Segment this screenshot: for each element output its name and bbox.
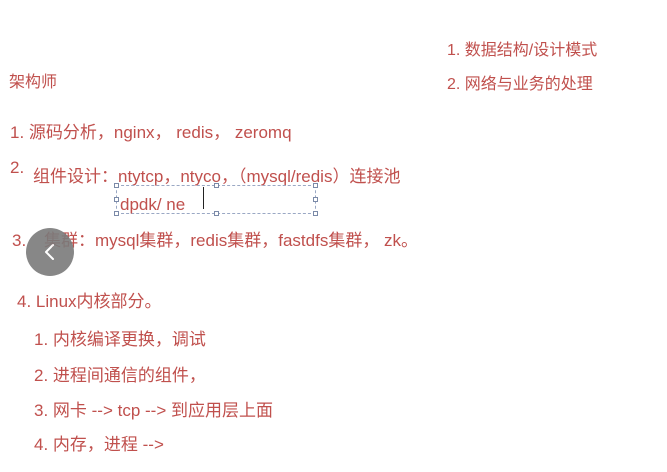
resize-handle-b[interactable] bbox=[214, 211, 219, 216]
text-edit-content[interactable]: dpdk/ ne bbox=[120, 195, 185, 215]
subitem-3: 3. 网卡 --> tcp --> 到应用层上面 bbox=[34, 401, 273, 420]
subitem-2: 2. 进程间通信的组件， bbox=[34, 366, 206, 385]
page-title: 架构师 bbox=[9, 74, 58, 91]
item-3-text: 集群：mysql集群，redis集群，fastdfs集群， zk。 bbox=[44, 231, 419, 250]
subitem-4: 4. 内存，进程 --> bbox=[34, 435, 164, 454]
resize-handle-tr[interactable] bbox=[313, 183, 318, 188]
resize-handle-t[interactable] bbox=[214, 183, 219, 188]
text-caret bbox=[203, 187, 204, 209]
previous-button[interactable] bbox=[26, 228, 74, 276]
topic-item-1: 1. 数据结构/设计模式 bbox=[447, 42, 598, 59]
item-4: 4. Linux内核部分。 bbox=[17, 292, 162, 311]
resize-handle-bl[interactable] bbox=[114, 211, 119, 216]
item-3-number: 3. bbox=[12, 231, 27, 250]
item-1: 1. 源码分析，nginx， redis， zeromq bbox=[10, 123, 292, 142]
chevron-left-icon bbox=[43, 242, 57, 262]
item-2-number: 2. bbox=[10, 158, 25, 177]
subitem-1: 1. 内核编译更换，调试 bbox=[34, 330, 206, 349]
resize-handle-l[interactable] bbox=[114, 197, 119, 202]
topic-item-2: 2. 网络与业务的处理 bbox=[447, 76, 593, 93]
resize-handle-tl[interactable] bbox=[114, 183, 119, 188]
resize-handle-r[interactable] bbox=[313, 197, 318, 202]
resize-handle-br[interactable] bbox=[313, 211, 318, 216]
